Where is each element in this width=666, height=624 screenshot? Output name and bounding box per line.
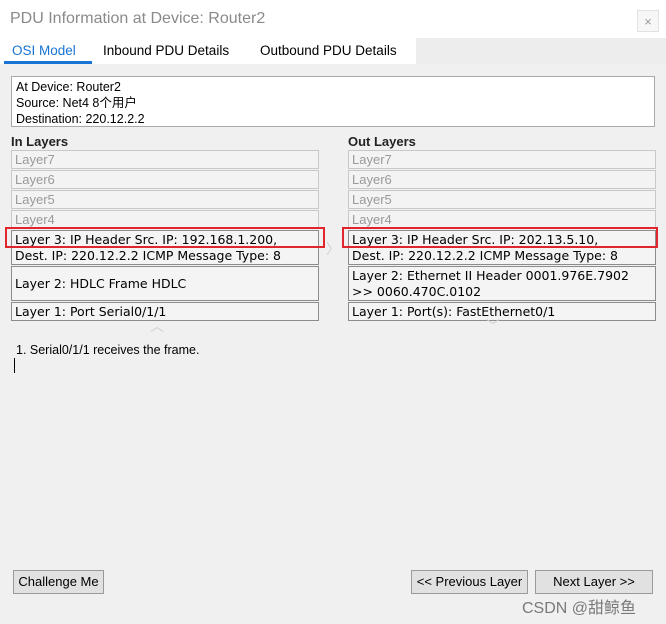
osi-model-panel: At Device: Router2 Source: Net4 8个用户 Des…: [0, 64, 666, 624]
in-layer-2-label: Layer 2: HDLC Frame HDLC: [15, 275, 187, 291]
source-line: Source: Net4 8个用户: [16, 96, 137, 110]
in-layer-5[interactable]: Layer5: [11, 190, 319, 209]
in-layer-1[interactable]: Layer 1: Port Serial0/1/1: [11, 302, 319, 321]
in-layer-7[interactable]: Layer7: [11, 150, 319, 169]
tab-bar: OSI Model Inbound PDU Details Outbound P…: [0, 38, 666, 64]
out-layer-7[interactable]: Layer7: [348, 150, 656, 169]
down-chevron-icon: ﹀: [486, 318, 500, 334]
layer-description: 1. Serial0/1/1 receives the frame.: [16, 343, 200, 357]
out-layer-6[interactable]: Layer6: [348, 170, 656, 189]
in-layer-3-line2: Dest. IP: 220.12.2.2 ICMP Message Type: …: [15, 248, 281, 263]
next-layer-button[interactable]: Next Layer >>: [535, 570, 653, 594]
previous-layer-button[interactable]: << Previous Layer: [411, 570, 528, 594]
out-layer-3-highlight: [342, 227, 658, 248]
out-layer-2-line2: >> 0060.470C.0102: [352, 284, 482, 299]
watermark: CSDN @甜鲸鱼: [522, 600, 637, 617]
out-layer-2[interactable]: Layer 2: Ethernet II Header 0001.976E.79…: [348, 266, 656, 301]
close-icon[interactable]: ×: [637, 10, 659, 32]
out-layer-5[interactable]: Layer5: [348, 190, 656, 209]
out-layer-3-line2: Dest. IP: 220.12.2.2 ICMP Message Type: …: [352, 248, 618, 263]
in-layer-2[interactable]: Layer 2: HDLC Frame HDLC: [11, 266, 319, 301]
text-cursor: [14, 358, 15, 373]
up-chevron-icon: ︿: [150, 318, 164, 334]
tab-inbound-pdu-details[interactable]: Inbound PDU Details: [103, 38, 229, 64]
destination-line: Destination: 220.12.2.2: [16, 112, 145, 126]
tab-outbound-pdu-details[interactable]: Outbound PDU Details: [260, 38, 397, 64]
device-info-box: At Device: Router2 Source: Net4 8个用户 Des…: [11, 76, 655, 127]
in-layer-6[interactable]: Layer6: [11, 170, 319, 189]
out-layer-1[interactable]: Layer 1: Port(s): FastEthernet0/1: [348, 302, 656, 321]
device-line: At Device: Router2: [16, 80, 121, 94]
in-layer-3-highlight: [5, 227, 325, 248]
in-layers-heading: In Layers: [11, 134, 69, 149]
right-chevron-icon: 〉: [326, 241, 340, 257]
out-layers-heading: Out Layers: [348, 134, 416, 149]
challenge-me-button[interactable]: Challenge Me: [13, 570, 104, 594]
window-title: PDU Information at Device: Router2: [10, 10, 266, 27]
out-layer-2-line1: Layer 2: Ethernet II Header 0001.976E.79…: [352, 268, 629, 283]
tab-bar-fill: [416, 38, 666, 64]
title-bar: PDU Information at Device: Router2 ×: [0, 0, 666, 38]
